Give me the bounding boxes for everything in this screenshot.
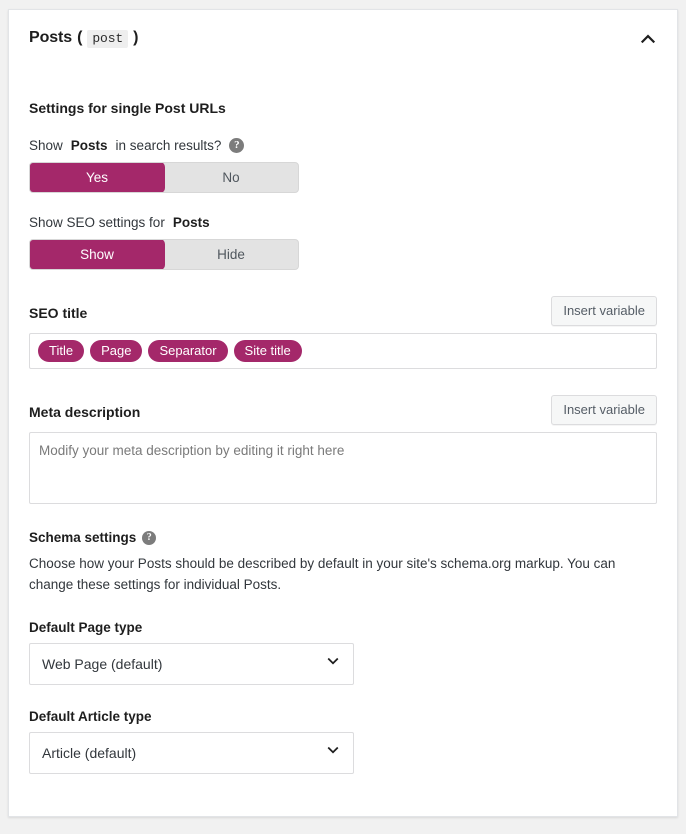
schema-settings-description: Choose how your Posts should be describe… — [29, 556, 616, 592]
search-results-label: Show Posts in search results? ? — [29, 138, 657, 153]
variable-pill-page[interactable]: Page — [90, 340, 143, 362]
collapse-panel-button[interactable] — [633, 24, 663, 54]
schema-settings-heading-text: Schema settings — [29, 530, 137, 545]
label-part-bold: Posts — [172, 215, 210, 230]
post-type-slug-badge: post — [87, 29, 129, 48]
meta-description-placeholder: Modify your meta description by editing … — [39, 443, 345, 458]
seo-title-row: SEO title Insert variable — [29, 296, 657, 326]
default-article-type-select[interactable]: Article (default) — [29, 731, 354, 774]
default-article-type-label: Default Article type — [29, 708, 152, 724]
meta-description-label: Meta description — [29, 404, 141, 420]
toggle-option-show[interactable]: Show — [30, 240, 164, 269]
label-part-prefix: Show SEO settings for — [29, 215, 165, 230]
toggle-option-hide[interactable]: Hide — [164, 240, 298, 269]
label-part-prefix: Show — [29, 138, 63, 153]
settings-panel-card: Posts ( post ) Settings for single Post … — [8, 9, 678, 817]
paren-close: ) — [133, 28, 139, 46]
help-circle-icon[interactable]: ? — [142, 530, 157, 545]
seo-title-input[interactable]: Title Page Separator Site title — [29, 333, 657, 369]
variable-pill-title[interactable]: Title — [38, 340, 85, 362]
chevron-down-icon — [325, 653, 341, 674]
label-part-suffix: in search results? — [115, 138, 222, 153]
default-page-type-label: Default Page type — [29, 619, 143, 635]
paren-open: ( — [77, 28, 83, 46]
panel-body: Settings for single Post URLs Show Posts… — [9, 100, 677, 774]
label-part-bold: Posts — [70, 138, 108, 153]
meta-description-row: Meta description Insert variable — [29, 395, 657, 425]
toggle-option-yes[interactable]: Yes — [30, 163, 164, 192]
toggle-option-no[interactable]: No — [164, 163, 298, 192]
default-page-type-select[interactable]: Web Page (default) — [29, 642, 354, 685]
help-circle-icon[interactable]: ? — [229, 138, 245, 153]
default-page-type-value: Web Page (default) — [42, 655, 163, 672]
seo-settings-toggle[interactable]: Show Hide — [29, 239, 299, 270]
search-results-toggle[interactable]: Yes No — [29, 162, 299, 193]
seo-title-label: SEO title — [29, 305, 88, 321]
insert-variable-button-meta-description[interactable]: Insert variable — [551, 395, 657, 425]
schema-settings-heading: Schema settings ? — [29, 530, 657, 545]
seo-settings-label: Show SEO settings for Posts — [29, 215, 657, 230]
page-title: Posts ( post ) — [29, 29, 138, 48]
variable-pill-separator[interactable]: Separator — [148, 340, 228, 362]
panel-header: Posts ( post ) — [9, 10, 677, 66]
variable-pill-site-title[interactable]: Site title — [233, 340, 302, 362]
chevron-up-icon — [638, 29, 658, 49]
section-heading: Settings for single Post URLs — [29, 100, 226, 116]
chevron-down-icon — [325, 742, 341, 763]
default-article-type-value: Article (default) — [42, 744, 137, 761]
panel-title-text: Posts — [29, 28, 73, 46]
insert-variable-button-seo-title[interactable]: Insert variable — [551, 296, 657, 326]
meta-description-input[interactable]: Modify your meta description by editing … — [29, 432, 657, 504]
